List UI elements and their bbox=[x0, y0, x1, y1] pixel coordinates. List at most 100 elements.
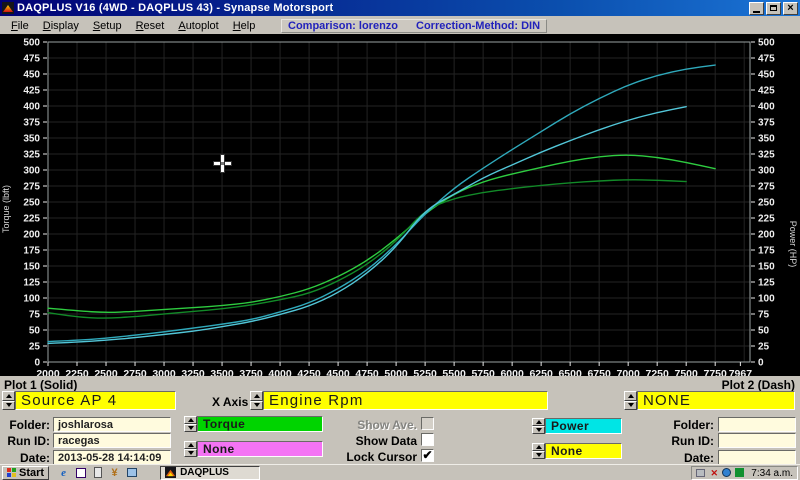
plot2-channel-b-combo[interactable]: None bbox=[545, 443, 622, 459]
svg-text:300: 300 bbox=[758, 166, 775, 177]
plot2-source-spinner[interactable] bbox=[624, 391, 637, 410]
plot2-date-label: Date: bbox=[632, 451, 714, 465]
tray-network-icon[interactable] bbox=[722, 468, 732, 478]
tray-device-icon[interactable] bbox=[696, 468, 706, 478]
svg-text:25: 25 bbox=[758, 342, 770, 353]
plot2-folder-label: Folder: bbox=[632, 418, 714, 432]
correction-method-label: Correction-Method: DIN bbox=[416, 20, 540, 32]
show-ave-checkbox[interactable] bbox=[421, 417, 434, 430]
svg-text:4750: 4750 bbox=[355, 368, 379, 376]
taskbar-daqplus-button[interactable]: DAQPLUS bbox=[160, 466, 260, 480]
svg-text:500: 500 bbox=[758, 38, 775, 49]
plot1-date-field[interactable]: 2013-05-28 14:14:09 bbox=[53, 450, 171, 465]
svg-text:400: 400 bbox=[23, 102, 40, 113]
svg-text:275: 275 bbox=[758, 182, 775, 193]
menu-item-autoplot[interactable]: Autoplot bbox=[171, 18, 225, 34]
minimize-button[interactable] bbox=[749, 2, 764, 15]
taskbar: Start e ¥ DAQPLUS ✕ 7:34 a.m. bbox=[0, 464, 800, 480]
x-axis-label: X Axis bbox=[212, 395, 248, 409]
svg-text:475: 475 bbox=[23, 54, 40, 65]
svg-text:325: 325 bbox=[758, 150, 775, 161]
svg-text:75: 75 bbox=[758, 310, 770, 321]
control-panel: Plot 1 (Solid) Plot 2 (Dash) Source AP 4… bbox=[0, 376, 800, 464]
svg-text:450: 450 bbox=[758, 70, 775, 81]
svg-text:5750: 5750 bbox=[471, 368, 495, 376]
outlook-icon[interactable] bbox=[125, 466, 138, 479]
svg-text:4250: 4250 bbox=[297, 368, 321, 376]
svg-text:425: 425 bbox=[23, 86, 40, 97]
plot1-source-combo[interactable]: Source AP 4 bbox=[15, 391, 176, 410]
svg-text:375: 375 bbox=[758, 118, 775, 129]
close-icon: × bbox=[787, 3, 793, 14]
plot2-folder-field[interactable] bbox=[718, 417, 796, 432]
svg-text:7967: 7967 bbox=[729, 368, 753, 376]
svg-text:0: 0 bbox=[758, 358, 764, 369]
svg-text:375: 375 bbox=[23, 118, 40, 129]
svg-text:225: 225 bbox=[23, 214, 40, 225]
internet-explorer-icon[interactable]: e bbox=[57, 466, 70, 479]
svg-text:100: 100 bbox=[23, 294, 40, 305]
svg-text:250: 250 bbox=[23, 198, 40, 209]
svg-text:7250: 7250 bbox=[645, 368, 669, 376]
plot2-run-id-field[interactable] bbox=[718, 433, 796, 448]
x-axis-spinner[interactable] bbox=[250, 391, 263, 410]
plot2-channel-a-spinner[interactable] bbox=[532, 418, 545, 434]
menu-item-reset[interactable]: Reset bbox=[129, 18, 172, 34]
plot1-source-spinner[interactable] bbox=[2, 391, 15, 410]
plot2-channel-b-spinner[interactable] bbox=[532, 443, 545, 459]
svg-text:100: 100 bbox=[758, 294, 775, 305]
svg-text:7750: 7750 bbox=[704, 368, 728, 376]
plot1-date-label: Date: bbox=[4, 451, 50, 465]
close-button[interactable]: × bbox=[783, 2, 798, 15]
plot1-folder-field[interactable]: joshlarosa bbox=[53, 417, 171, 432]
svg-text:6500: 6500 bbox=[558, 368, 582, 376]
restore-button[interactable] bbox=[766, 2, 781, 15]
svg-text:3250: 3250 bbox=[181, 368, 205, 376]
plot2-run-id-label: Run ID: bbox=[632, 434, 714, 448]
svg-text:350: 350 bbox=[758, 134, 775, 145]
svg-text:175: 175 bbox=[758, 246, 775, 257]
synapse-logo-icon bbox=[165, 467, 176, 478]
menu-item-setup[interactable]: Setup bbox=[86, 18, 129, 34]
lock-cursor-label: Lock Cursor bbox=[330, 450, 417, 464]
svg-text:125: 125 bbox=[23, 278, 40, 289]
show-data-checkbox[interactable] bbox=[421, 433, 434, 446]
plot1-channel-b-combo[interactable]: None bbox=[197, 441, 323, 457]
show-desktop-icon[interactable] bbox=[74, 466, 87, 479]
document-icon[interactable] bbox=[91, 466, 104, 479]
plot2-channel-a-combo[interactable]: Power bbox=[545, 418, 622, 434]
plot2-header: Plot 2 (Dash) bbox=[722, 378, 795, 392]
minimize-icon bbox=[753, 11, 760, 13]
svg-text:3500: 3500 bbox=[210, 368, 234, 376]
menu-items: FileDisplaySetupResetAutoplotHelp bbox=[4, 16, 262, 34]
menu-item-help[interactable]: Help bbox=[226, 18, 263, 34]
svg-text:75: 75 bbox=[29, 310, 41, 321]
tray-recording-icon[interactable] bbox=[735, 468, 745, 478]
dyno-chart[interactable]: 0025255050757510010012512515015017517520… bbox=[0, 34, 800, 376]
plot1-run-id-field[interactable]: racegas bbox=[53, 433, 171, 448]
menu-item-display[interactable]: Display bbox=[36, 18, 86, 34]
x-axis-combo[interactable]: Engine Rpm bbox=[263, 391, 548, 410]
svg-text:25: 25 bbox=[29, 342, 41, 353]
dyno-chart-svg: 0025255050757510010012512515015017517520… bbox=[0, 34, 800, 376]
plot1-channel-a-combo[interactable]: Torque bbox=[197, 416, 323, 432]
svg-text:Torque (lbft): Torque (lbft) bbox=[1, 185, 11, 233]
tray-error-icon[interactable]: ✕ bbox=[709, 468, 719, 478]
svg-text:150: 150 bbox=[758, 262, 775, 273]
restore-icon bbox=[770, 5, 777, 11]
start-button[interactable]: Start bbox=[2, 466, 49, 480]
plot1-channel-b-spinner[interactable] bbox=[184, 441, 197, 457]
svg-text:2250: 2250 bbox=[65, 368, 89, 376]
svg-text:6250: 6250 bbox=[529, 368, 553, 376]
svg-text:2750: 2750 bbox=[123, 368, 147, 376]
menu-item-file[interactable]: File bbox=[4, 18, 36, 34]
plot1-channel-a-spinner[interactable] bbox=[184, 416, 197, 432]
svg-text:200: 200 bbox=[23, 230, 40, 241]
svg-text:2000: 2000 bbox=[36, 368, 60, 376]
svg-text:7000: 7000 bbox=[616, 368, 640, 376]
start-label: Start bbox=[19, 467, 44, 479]
plot2-date-field[interactable] bbox=[718, 450, 796, 465]
lock-cursor-checkbox[interactable]: ✔ bbox=[421, 449, 434, 462]
channels-icon[interactable]: ¥ bbox=[108, 466, 121, 479]
plot2-source-combo[interactable]: NONE bbox=[637, 391, 795, 410]
